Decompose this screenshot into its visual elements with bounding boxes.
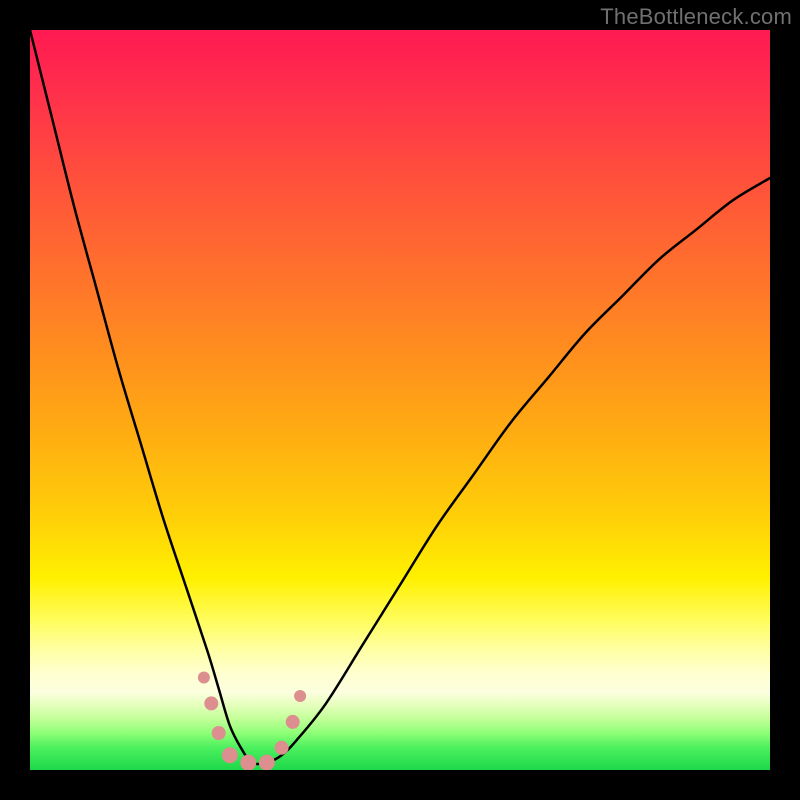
chart-svg bbox=[30, 30, 770, 770]
bottleneck-curve bbox=[30, 30, 770, 764]
chart-frame: TheBottleneck.com bbox=[0, 0, 800, 800]
marker bbox=[275, 741, 289, 755]
markers-group bbox=[198, 672, 306, 771]
chart-plot-area bbox=[30, 30, 770, 770]
marker bbox=[212, 726, 226, 740]
marker bbox=[240, 755, 256, 770]
marker bbox=[259, 755, 275, 770]
marker bbox=[198, 672, 210, 684]
marker bbox=[286, 715, 300, 729]
marker bbox=[204, 696, 218, 710]
marker bbox=[294, 690, 306, 702]
watermark-text: TheBottleneck.com bbox=[600, 4, 792, 30]
marker bbox=[222, 747, 238, 763]
